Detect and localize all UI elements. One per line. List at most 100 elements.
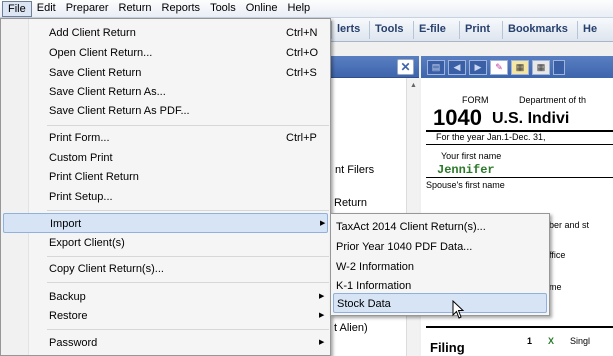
menu-return[interactable]: Return [114, 1, 157, 17]
menu-reports[interactable]: Reports [157, 1, 206, 17]
menu-help[interactable]: Help [283, 1, 316, 17]
menu-item-label: Open Client Return... [49, 47, 153, 59]
single-status-label: Singl [570, 336, 591, 346]
background-text: nt Filers [335, 164, 375, 176]
toolbar-alerts[interactable]: lerts [331, 21, 365, 39]
menu-item-label: Save Client Return [49, 67, 142, 79]
menu-item-restore[interactable]: Restore ▶ [3, 306, 328, 326]
form-title: U.S. Indivi [492, 110, 570, 127]
menu-item-export-clients[interactable]: Export Client(s) [3, 233, 328, 253]
submenu-arrow-icon: ▶ [319, 312, 325, 319]
print-icon[interactable] [553, 60, 565, 75]
submenu-item-stock-data[interactable]: Stock Data [333, 293, 547, 313]
department-label: Department of th [519, 95, 587, 105]
menu-separator [47, 256, 329, 257]
post-office-label: ffice [549, 250, 566, 260]
menu-preparer[interactable]: Preparer [61, 1, 114, 17]
menu-separator [47, 210, 329, 211]
submenu-item-label: W-2 Information [336, 261, 415, 273]
menu-separator [47, 329, 329, 330]
menu-item-label: Print Form... [49, 132, 110, 144]
menu-item-import[interactable]: Import ▶ [3, 213, 328, 233]
first-name-label: Your first name [441, 151, 502, 161]
menu-item-custom-print[interactable]: Custom Print [3, 148, 328, 168]
menu-item-print-client-return[interactable]: Print Client Return [3, 167, 328, 187]
import-submenu: TaxAct 2014 Client Return(s)... Prior Ye… [330, 213, 550, 316]
submenu-arrow-icon: ▶ [320, 220, 326, 227]
tax-year-label: For the year Jan.1-Dec. 31, [436, 132, 546, 142]
menu-item-add-client-return[interactable]: Add Client Return Ctrl+N [3, 23, 328, 43]
menu-item-label: Print Setup... [49, 191, 113, 203]
form-number: 1040 [433, 105, 482, 130]
background-text: t Alien) [334, 322, 368, 334]
line-number: 1 [527, 336, 533, 346]
form-view-icon[interactable]: ▤ [427, 60, 445, 75]
forward-arrow-icon[interactable]: ▶ [469, 60, 487, 75]
submenu-arrow-icon: ▶ [319, 339, 325, 346]
toolbar-print[interactable]: Print [459, 21, 495, 39]
menu-item-shortcut: Ctrl+P [286, 132, 317, 144]
divider [426, 326, 613, 328]
spouse-name-label: Spouse's first name [426, 180, 505, 190]
menu-item-label: Export Client(s) [49, 237, 125, 249]
filing-status-label: Filing [430, 340, 465, 355]
menu-item-copy-client-returns[interactable]: Copy Client Return(s)... [3, 259, 328, 279]
divider [426, 144, 613, 145]
menu-item-save-client-return-as[interactable]: Save Client Return As... [3, 82, 328, 102]
name-label: me [549, 282, 562, 292]
menu-item-label: Password [49, 337, 98, 349]
menu-item-open-client-return[interactable]: Open Client Return... Ctrl+O [3, 43, 328, 63]
scroll-up-icon[interactable]: ▲ [410, 82, 417, 89]
menu-item-label: Restore [49, 310, 88, 322]
menu-item-print-setup[interactable]: Print Setup... [3, 187, 328, 207]
menu-online[interactable]: Online [241, 1, 283, 17]
single-checkbox[interactable]: X [548, 336, 554, 346]
submenu-item-label: TaxAct 2014 Client Return(s)... [336, 221, 486, 233]
toolbar-tools[interactable]: Tools [369, 21, 409, 39]
menu-file[interactable]: File [2, 0, 32, 17]
form-icon[interactable]: ▦ [511, 60, 529, 75]
file-menu: Add Client Return Ctrl+N Open Client Ret… [0, 18, 331, 356]
menu-item-shortcut: Ctrl+O [286, 47, 319, 59]
toolbar-help[interactable]: He [577, 21, 602, 39]
toolbar-bookmarks[interactable]: Bookmarks [502, 21, 573, 39]
submenu-item-taxact-client-returns[interactable]: TaxAct 2014 Client Return(s)... [333, 217, 547, 237]
menu-item-shortcut: Ctrl+S [286, 67, 317, 79]
menu-item-save-client-return[interactable]: Save Client Return Ctrl+S [3, 63, 328, 83]
divider [426, 177, 613, 178]
back-arrow-icon[interactable]: ◀ [448, 60, 466, 75]
menu-item-shortcut: Ctrl+N [286, 27, 318, 39]
background-text: Return [334, 197, 368, 209]
menu-item-label: Backup [49, 291, 86, 303]
menu-item-backup[interactable]: Backup ▶ [3, 287, 328, 307]
submenu-item-w2-information[interactable]: W-2 Information [333, 257, 547, 277]
calculator-icon[interactable]: ▦ [532, 60, 550, 75]
toolbar-efile[interactable]: E-file [413, 21, 451, 39]
submenu-item-prior-year-pdf[interactable]: Prior Year 1040 PDF Data... [333, 237, 547, 257]
mouse-cursor-icon [452, 300, 465, 319]
menu-item-label: Print Client Return [49, 171, 139, 183]
form-label: FORM [462, 95, 489, 105]
menu-item-save-as-pdf[interactable]: Save Client Return As PDF... [3, 101, 328, 121]
menu-item-label: Custom Print [49, 152, 113, 164]
submenu-arrow-icon: ▶ [319, 293, 325, 300]
submenu-item-label: Stock Data [337, 298, 391, 310]
menu-item-label: Copy Client Return(s)... [49, 263, 164, 275]
menu-edit[interactable]: Edit [32, 1, 61, 17]
menu-separator [47, 282, 329, 283]
submenu-item-label: K-1 Information [336, 280, 412, 292]
menu-separator [47, 125, 329, 126]
menu-item-print-form[interactable]: Print Form... Ctrl+P [3, 128, 328, 148]
menu-item-label: Import [50, 218, 82, 230]
menu-item-label: Add Client Return [49, 27, 136, 39]
menu-bar: File Edit Preparer Return Reports Tools … [0, 0, 613, 18]
address-label: ber and st [549, 220, 590, 230]
edit-pen-icon[interactable]: ✎ [490, 60, 508, 75]
menu-item-password[interactable]: Password ▶ [3, 333, 328, 353]
first-name-field[interactable]: Jennifer [437, 163, 495, 177]
menu-tools[interactable]: Tools [205, 1, 241, 17]
submenu-item-label: Prior Year 1040 PDF Data... [336, 241, 473, 253]
menu-item-label: Save Client Return As... [49, 86, 166, 98]
close-icon[interactable]: ✕ [397, 59, 414, 75]
menu-item-label: Save Client Return As PDF... [49, 105, 190, 117]
